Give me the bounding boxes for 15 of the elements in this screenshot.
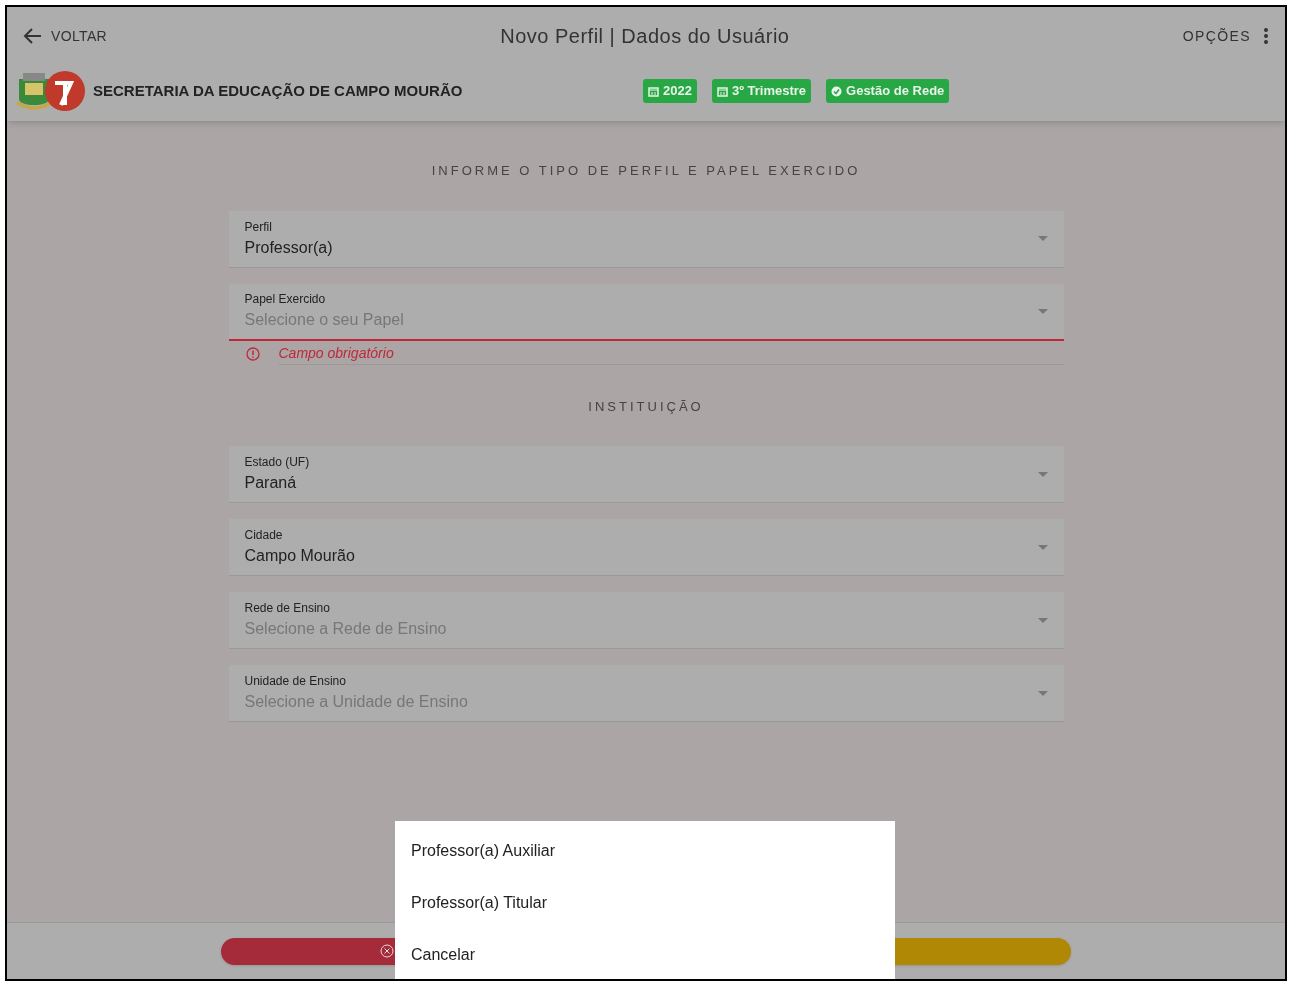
select-field[interactable]: Estado (UF) Paraná [228, 446, 1064, 503]
badge: Gestão de Rede [826, 79, 950, 103]
error-message: Campo obrigatório [278, 342, 1064, 365]
page-title: Novo Perfil | Dados do Usuário [500, 24, 790, 49]
badge: 2022 [643, 79, 697, 103]
options-button[interactable]: OPÇÕES [1182, 25, 1269, 47]
badge: 3º Trimestre [711, 79, 812, 103]
menu-item[interactable]: Professor(a) Titular [395, 877, 895, 929]
section-title: INSTITUIÇÃO [588, 397, 704, 416]
back-button[interactable]: VOLTAR [23, 25, 108, 47]
organization-name: SECRETARIA DA EDUCAÇÃO DE CAMPO MOURÃO [93, 80, 464, 101]
section-title: INFORME O TIPO DE PERFIL E PAPEL EXERCIDO [431, 162, 861, 180]
select-field[interactable]: Cidade Campo Mourão [228, 519, 1064, 576]
select-field[interactable]: Perfil Professor(a) [228, 210, 1064, 268]
menu-item[interactable]: Professor(a) Auxiliar [395, 825, 895, 877]
